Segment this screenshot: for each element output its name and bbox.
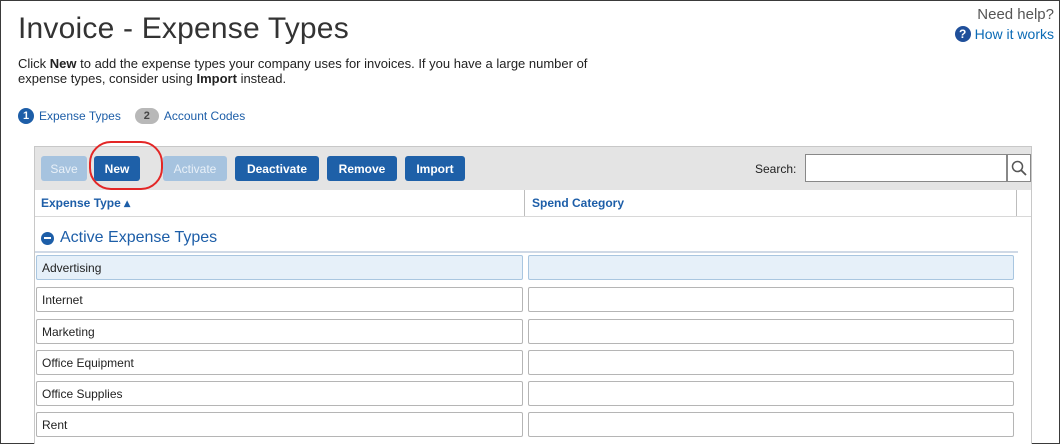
group-label: Active Expense Types xyxy=(60,229,218,246)
spend-category-cell[interactable] xyxy=(528,319,1014,344)
table-row[interactable]: Office Supplies xyxy=(35,378,1031,410)
column-divider xyxy=(524,190,525,216)
expense-type-cell[interactable]: Marketing xyxy=(36,319,523,344)
wizard-steps: 1 Expense Types 2 Account Codes xyxy=(18,108,259,124)
expense-type-cell[interactable]: Advertising xyxy=(36,255,523,280)
expense-types-panel: Save New Activate Deactivate Remove Impo… xyxy=(34,146,1032,444)
desc-part: Click xyxy=(18,56,50,71)
expense-type-cell[interactable]: Rent xyxy=(36,412,523,437)
column-header-spend-category[interactable]: Spend Category xyxy=(532,190,1012,216)
table-row[interactable]: Internet xyxy=(35,284,1031,316)
need-help-text: Need help? xyxy=(977,6,1054,23)
desc-part: to add the expense types your company us… xyxy=(18,56,588,86)
step-number-badge: 2 xyxy=(134,108,159,124)
collapse-icon xyxy=(41,231,54,245)
remove-button[interactable]: Remove xyxy=(327,156,397,181)
new-button[interactable]: New xyxy=(94,156,140,181)
table-row[interactable]: Advertising xyxy=(35,252,1031,284)
deactivate-button[interactable]: Deactivate xyxy=(235,156,319,181)
how-it-works-link[interactable]: ? How it works xyxy=(954,26,1054,42)
page-title: Invoice - Expense Types xyxy=(18,12,349,45)
expense-type-cell[interactable]: Internet xyxy=(36,287,523,312)
page-description: Click New to add the expense types your … xyxy=(18,56,638,86)
step-account-codes[interactable]: 2 Account Codes xyxy=(134,108,246,124)
step-label: Account Codes xyxy=(163,109,246,123)
help-area: Need help? ? How it works xyxy=(954,6,1054,43)
expense-type-cell[interactable]: Office Equipment xyxy=(36,350,523,375)
step-expense-types[interactable]: 1 Expense Types xyxy=(18,108,121,124)
table-row[interactable]: Office Equipment xyxy=(35,347,1031,379)
column-header-expense-type[interactable]: Expense Type ▴ xyxy=(41,190,521,216)
desc-import-keyword: Import xyxy=(196,71,237,86)
activate-button[interactable]: Activate xyxy=(163,156,227,181)
column-divider xyxy=(1016,190,1017,216)
spend-category-cell[interactable] xyxy=(528,350,1014,375)
group-active-expense-types[interactable]: Active Expense Types xyxy=(41,229,217,247)
how-it-works-label: How it works xyxy=(974,26,1054,42)
search-button[interactable] xyxy=(1007,154,1031,182)
import-button[interactable]: Import xyxy=(405,156,465,181)
search-label: Search: xyxy=(755,162,797,176)
search-input[interactable] xyxy=(805,154,1007,182)
table-row[interactable]: Marketing xyxy=(35,316,1031,348)
toolbar: Save New Activate Deactivate Remove Impo… xyxy=(35,147,1031,190)
header-divider xyxy=(35,216,1031,217)
save-button[interactable]: Save xyxy=(41,156,87,181)
step-number-badge: 1 xyxy=(18,108,34,124)
desc-new-keyword: New xyxy=(49,56,77,71)
search-icon xyxy=(1011,160,1027,176)
spend-category-cell[interactable] xyxy=(528,255,1014,280)
table-row[interactable]: Rent xyxy=(35,409,1031,441)
spend-category-cell[interactable] xyxy=(528,287,1014,312)
desc-part: instead. xyxy=(236,71,287,86)
spend-category-cell[interactable] xyxy=(528,381,1014,406)
question-icon: ? xyxy=(954,26,971,42)
spend-category-cell[interactable] xyxy=(528,412,1014,437)
expense-type-cell[interactable]: Office Supplies xyxy=(36,381,523,406)
step-label: Expense Types xyxy=(39,109,121,123)
